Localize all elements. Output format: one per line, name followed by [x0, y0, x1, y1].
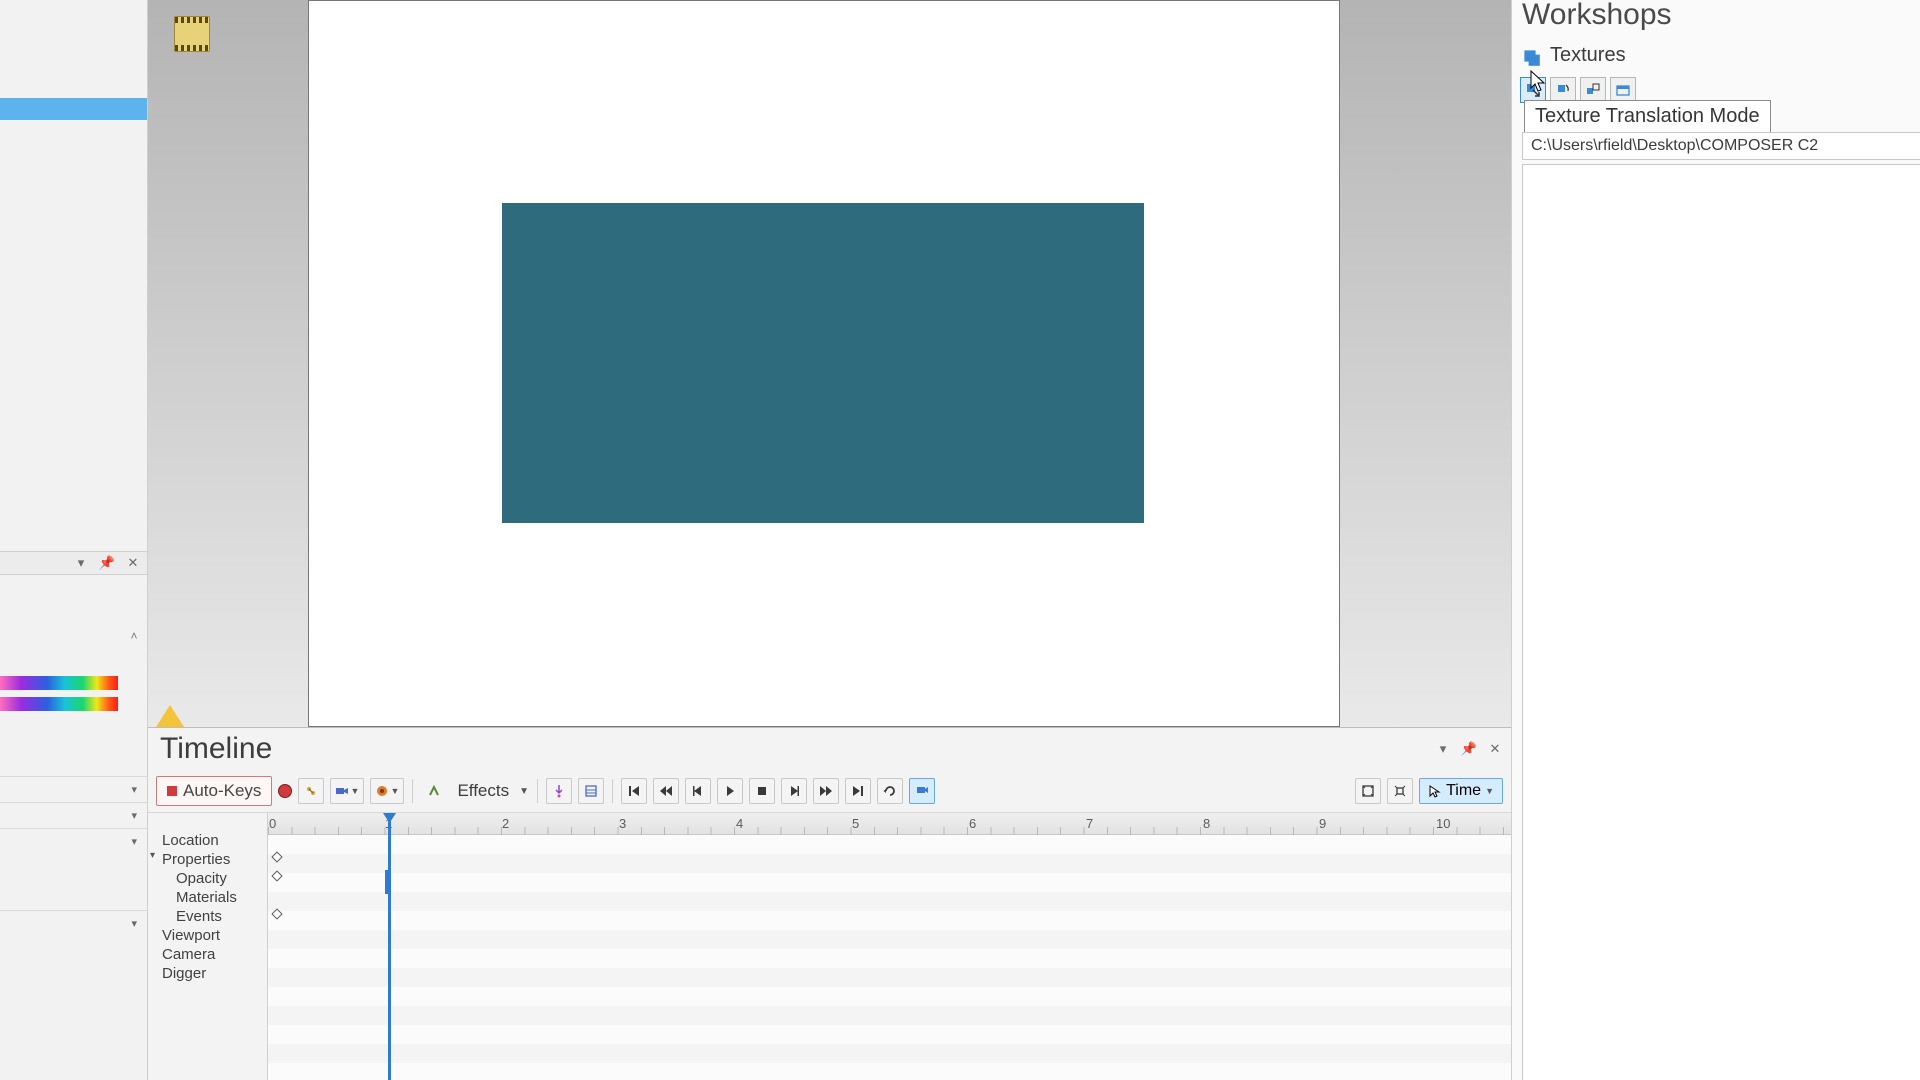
play-mode-button[interactable]	[909, 778, 935, 804]
effects-label[interactable]: Effects	[453, 781, 513, 801]
ruler-tick: 4	[736, 816, 743, 831]
filter-keys-button[interactable]	[546, 778, 572, 804]
tooltip: Texture Translation Mode	[1524, 100, 1771, 133]
left-dropdown-group: ▾ ▾ ▾	[0, 776, 147, 854]
left-dropdown-4[interactable]: ▾	[0, 910, 147, 936]
timeline-title: Timeline	[160, 732, 272, 766]
timeline-close-icon[interactable]: ✕	[1487, 741, 1503, 757]
viewport[interactable]	[148, 0, 1511, 727]
track-options-button[interactable]	[578, 778, 604, 804]
left-dropdown-3[interactable]: ▾	[0, 828, 147, 854]
color-ramp-b[interactable]	[0, 697, 118, 711]
canvas[interactable]	[308, 0, 1340, 727]
rewind-button[interactable]	[653, 778, 679, 804]
cursor-icon	[1428, 784, 1442, 798]
workshops-title: Workshops	[1512, 0, 1920, 32]
timeline-dropdown-icon[interactable]: ▾	[1435, 741, 1451, 757]
fast-forward-button[interactable]	[813, 778, 839, 804]
track-opacity[interactable]: Opacity	[162, 869, 261, 888]
time-label: Time	[1446, 782, 1481, 800]
playhead[interactable]	[388, 813, 391, 1080]
separator	[612, 779, 613, 803]
ruler-tick: 2	[502, 816, 509, 831]
ruler-tick: 7	[1086, 816, 1093, 831]
ruler-tick: 9	[1319, 816, 1326, 831]
ruler-tick: 6	[969, 816, 976, 831]
ruler-tick: 8	[1203, 816, 1210, 831]
scroll-up-icon[interactable]: ˄	[125, 627, 143, 645]
left-panel: ▾ 📌 ✕ ˄ ▾ ▾ ▾ ▾	[0, 0, 148, 1080]
timeline-body: ▾ Location Properties Opacity Materials …	[148, 813, 1511, 1080]
timeline-ruler[interactable]: 0 1 2 3 4 5 6 7 8 9 10	[268, 813, 1511, 835]
track-camera[interactable]: Camera	[162, 945, 261, 964]
track-location[interactable]: Location	[162, 831, 261, 850]
close-icon[interactable]: ✕	[125, 555, 141, 571]
track-properties[interactable]: Properties	[162, 850, 261, 869]
timeline-track-labels: ▾ Location Properties Opacity Materials …	[148, 813, 268, 1080]
left-dropdown-1[interactable]: ▾	[0, 776, 147, 802]
track-materials[interactable]: Materials	[162, 888, 261, 907]
timeline-panel: Timeline ▾ 📌 ✕ Auto-Keys ▼ ▼ Effects ▼	[148, 727, 1511, 1080]
autokeys-toggle[interactable]: Auto-Keys	[156, 776, 272, 806]
go-to-end-button[interactable]	[845, 778, 871, 804]
timeline-toolbar: Auto-Keys ▼ ▼ Effects ▼	[148, 774, 1511, 813]
color-ramp-a[interactable]	[0, 676, 118, 690]
time-mode-dropdown[interactable]: Time ▼	[1419, 778, 1503, 804]
left-selected-item[interactable]	[0, 98, 147, 120]
workshops-panel: Workshops Textures Texture Translation M…	[1511, 0, 1920, 1080]
fit-all-button[interactable]	[1355, 778, 1381, 804]
left-subpanel-controls: ▾ 📌 ✕	[0, 551, 147, 575]
step-back-button[interactable]	[685, 778, 711, 804]
track-grid	[268, 835, 1511, 1080]
ruler-tick: 0	[269, 816, 276, 831]
dropdown-icon[interactable]: ▾	[73, 555, 89, 571]
track-digger[interactable]: Digger	[162, 964, 261, 983]
play-button[interactable]	[717, 778, 743, 804]
loop-button[interactable]	[877, 778, 903, 804]
collapse-icon[interactable]: ▾	[150, 850, 155, 861]
textures-label: Textures	[1550, 44, 1626, 67]
timeline-header: Timeline ▾ 📌 ✕	[148, 728, 1511, 774]
record-square-icon	[167, 786, 177, 796]
go-to-start-button[interactable]	[621, 778, 647, 804]
ruler-tick: 5	[852, 816, 859, 831]
timeline-pin-icon[interactable]: 📌	[1461, 741, 1477, 757]
timeline-ruler-area[interactable]: 0 1 2 3 4 5 6 7 8 9 10 ˅	[268, 813, 1511, 1080]
track-viewport[interactable]: Viewport	[162, 926, 261, 945]
ruler-tick: 3	[619, 816, 626, 831]
left-dropdown-group-2: ▾	[0, 910, 147, 936]
separator	[537, 779, 538, 803]
record-icon[interactable]	[278, 784, 292, 798]
scene-rectangle[interactable]	[502, 203, 1144, 523]
camera-key-dropdown[interactable]: ▼	[330, 778, 364, 804]
track-events[interactable]: Events	[162, 907, 261, 926]
pin-icon[interactable]: 📌	[99, 555, 115, 571]
textures-list-area	[1522, 164, 1920, 1080]
autokeys-label: Auto-Keys	[183, 781, 261, 801]
axis-marker-icon	[156, 705, 184, 727]
film-clip-icon[interactable]	[174, 16, 210, 52]
separator	[412, 779, 413, 803]
effects-icon	[421, 778, 447, 804]
textures-header[interactable]: Textures	[1512, 38, 1920, 73]
stop-button[interactable]	[749, 778, 775, 804]
ruler-tick: 10	[1436, 816, 1450, 831]
left-dropdown-2[interactable]: ▾	[0, 802, 147, 828]
fit-selection-button[interactable]	[1387, 778, 1413, 804]
set-location-key-button[interactable]	[298, 778, 324, 804]
digger-key-dropdown[interactable]: ▼	[370, 778, 404, 804]
texture-path-field[interactable]: C:\Users\rfield\Desktop\COMPOSER C2	[1522, 132, 1920, 160]
step-forward-button[interactable]	[781, 778, 807, 804]
textures-icon	[1524, 50, 1535, 61]
